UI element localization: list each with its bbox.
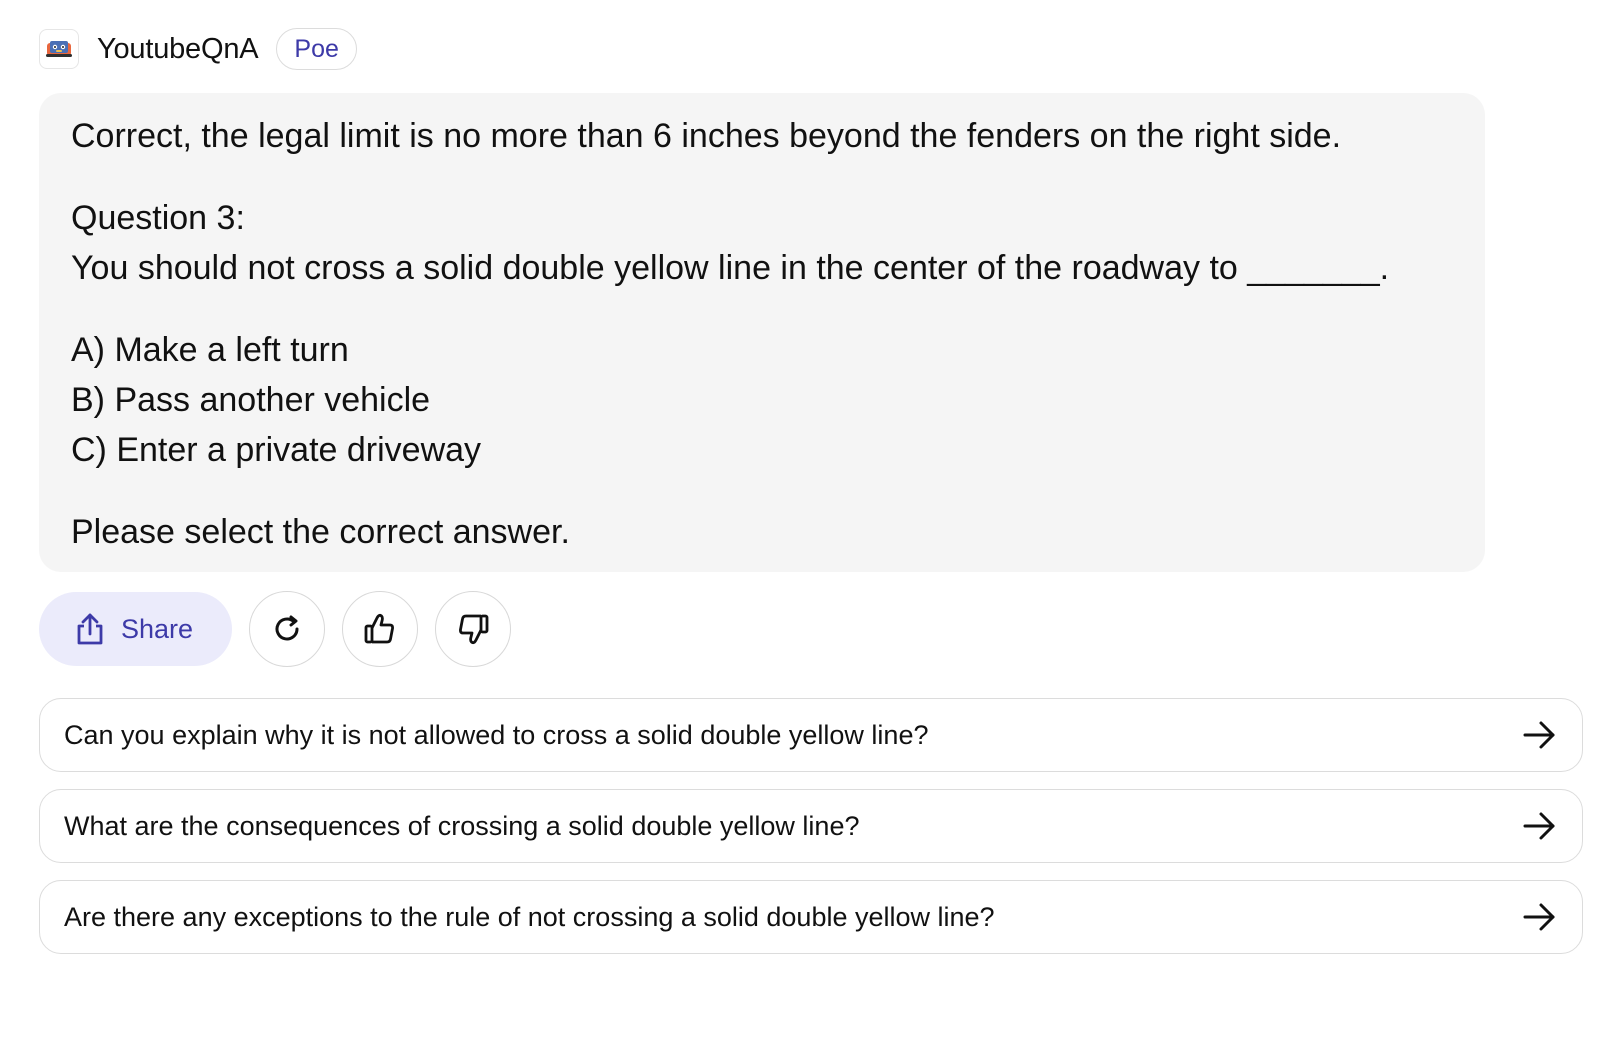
suggestion-item[interactable]: Can you explain why it is not allowed to…	[39, 698, 1583, 772]
poe-badge[interactable]: Poe	[276, 28, 357, 70]
thumbs-up-icon	[364, 613, 394, 644]
retry-button[interactable]	[249, 591, 325, 667]
message-actions: Share	[39, 591, 511, 667]
bot-avatar-icon[interactable]	[39, 29, 79, 69]
share-label: Share	[121, 613, 194, 644]
arrow-right-icon	[1522, 899, 1558, 935]
option-b: B) Pass another vehicle	[71, 381, 431, 419]
bot-name[interactable]: YoutubeQnA	[97, 33, 259, 66]
question-label: Question 3:	[71, 199, 245, 237]
share-button[interactable]: Share	[39, 592, 232, 666]
option-c: C) Enter a private driveway	[71, 431, 482, 469]
suggestion-text: Are there any exceptions to the rule of …	[64, 901, 995, 932]
arrow-right-icon	[1522, 717, 1558, 753]
suggestion-text: What are the consequences of crossing a …	[64, 810, 860, 841]
thumbs-down-icon	[459, 614, 489, 645]
option-a: A) Make a left turn	[71, 331, 349, 369]
message-line: Correct, the legal limit is no more than…	[71, 117, 1342, 155]
bot-message-bubble: Correct, the legal limit is no more than…	[39, 93, 1485, 572]
share-icon	[77, 613, 103, 645]
like-button[interactable]	[342, 591, 418, 667]
answer-prompt: Please select the correct answer.	[71, 513, 570, 551]
suggestion-item[interactable]: Are there any exceptions to the rule of …	[39, 880, 1583, 954]
suggestion-text: Can you explain why it is not allowed to…	[64, 719, 929, 750]
dislike-button[interactable]	[435, 591, 511, 667]
chat-page: YoutubeQnA Poe Correct, the legal limit …	[0, 0, 1612, 1062]
arrow-right-icon	[1522, 808, 1558, 844]
question-text: You should not cross a solid double yell…	[71, 249, 1390, 287]
suggestion-item[interactable]: What are the consequences of crossing a …	[39, 789, 1583, 863]
bot-header: YoutubeQnA Poe	[39, 28, 357, 70]
suggested-replies: Can you explain why it is not allowed to…	[39, 698, 1583, 971]
refresh-icon	[275, 615, 299, 641]
